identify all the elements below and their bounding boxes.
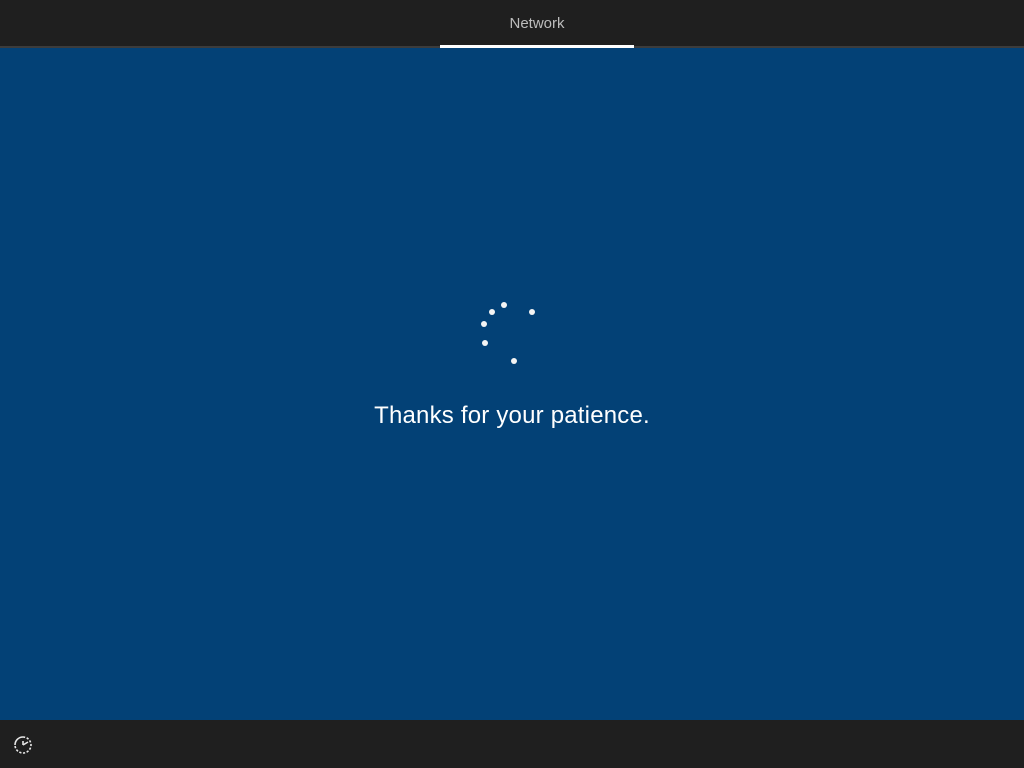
spinner-dot [482, 340, 488, 346]
spinner-dot [511, 358, 517, 364]
tab-network-label: Network [509, 14, 565, 32]
top-bar: Network [0, 0, 1024, 48]
ease-of-access-icon[interactable] [12, 734, 34, 756]
bottom-bar [0, 720, 1024, 768]
spinner-dot [481, 321, 487, 327]
spinner-dot [529, 309, 535, 315]
tab-network[interactable]: Network [440, 0, 634, 46]
spinner-dot [489, 309, 495, 315]
ease-of-access-glyph [14, 736, 32, 754]
spinner-dot [501, 302, 507, 308]
status-message: Thanks for your patience. [374, 402, 650, 429]
loading-spinner-icon [470, 298, 550, 378]
main-panel: Thanks for your patience. [0, 48, 1024, 720]
